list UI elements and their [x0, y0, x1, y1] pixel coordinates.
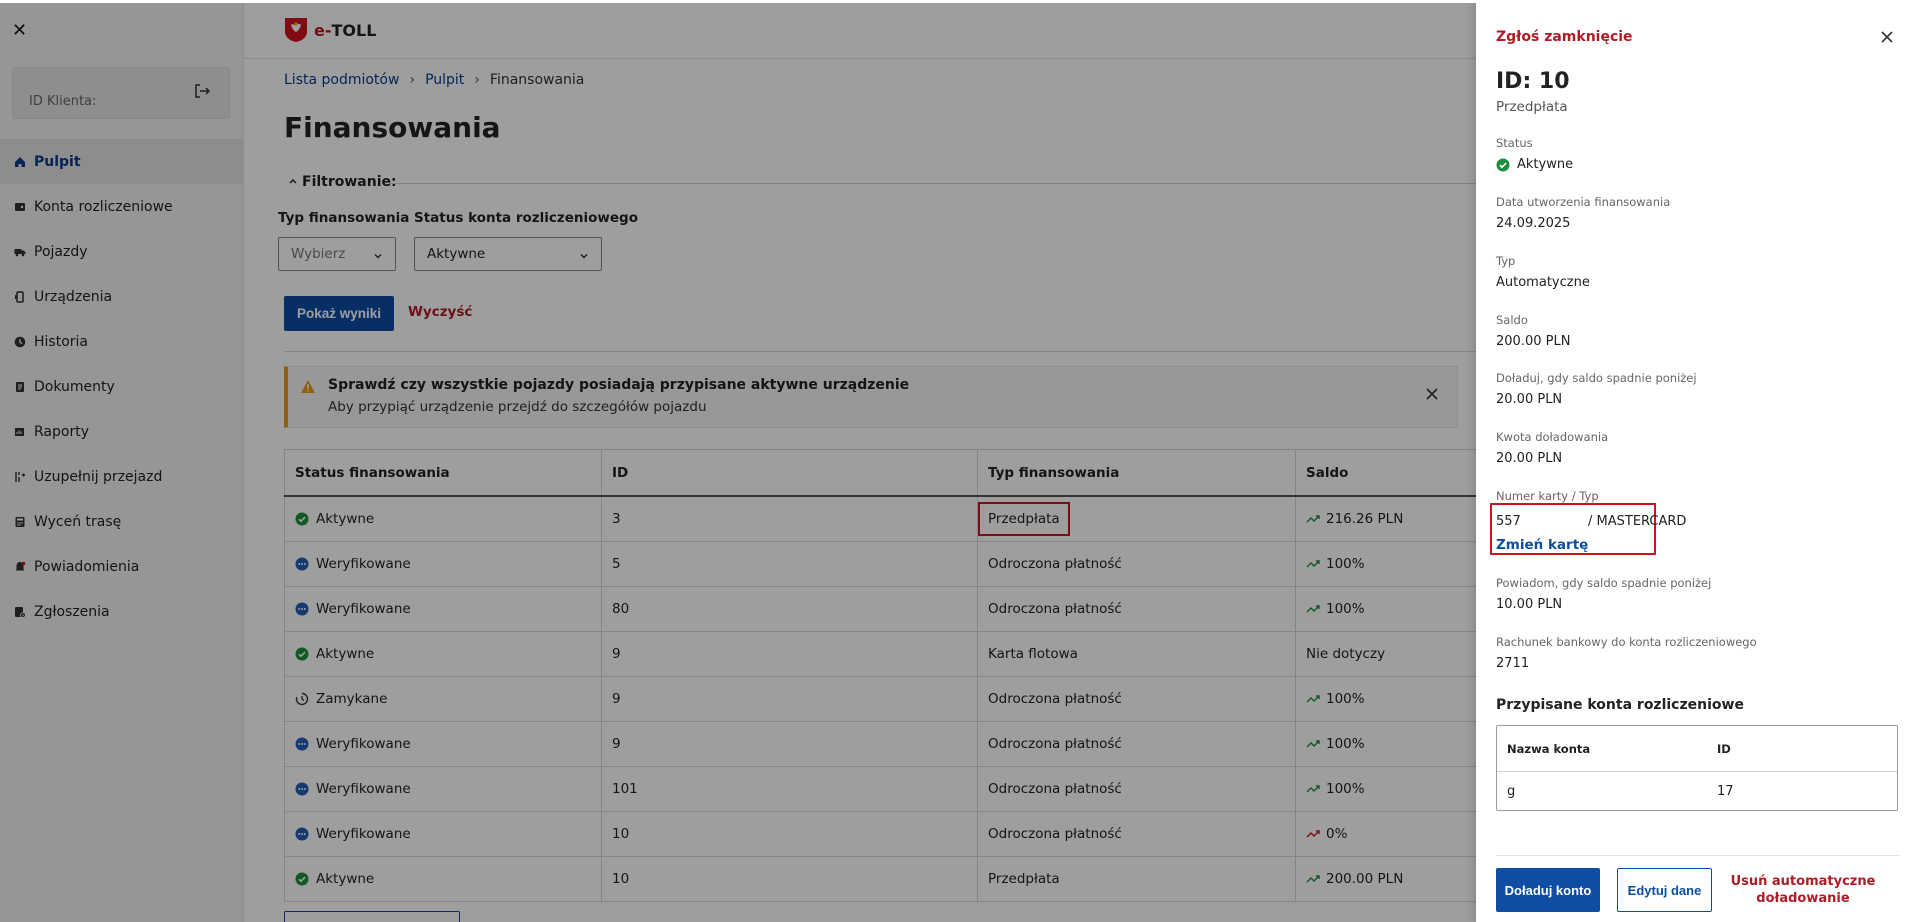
- request-closure-link[interactable]: Zgłoś zamknięcie: [1496, 29, 1633, 45]
- column-header-account-name: Nazwa konta: [1507, 741, 1591, 756]
- typ-value: Automatyczne: [1496, 275, 1590, 290]
- assigned-table-header: Nazwa konta ID: [1497, 726, 1897, 772]
- topup-amount-value: 20.00 PLN: [1496, 451, 1563, 466]
- change-card-link[interactable]: Zmień kartę: [1496, 537, 1588, 553]
- panel-divider: [1496, 855, 1900, 856]
- column-header-account-id: ID: [1717, 741, 1731, 756]
- status-label: Status: [1496, 136, 1533, 150]
- saldo-label: Saldo: [1496, 313, 1528, 327]
- status-text: Aktywne: [1517, 157, 1574, 172]
- assigned-accounts-title: Przypisane konta rozliczeniowe: [1496, 697, 1744, 713]
- topup-amount-label: Kwota doładowania: [1496, 430, 1609, 444]
- created-date-value: 24.09.2025: [1496, 216, 1571, 231]
- check-circle-icon: [1496, 158, 1510, 172]
- remove-auto-topup-button[interactable]: Usuń automatyczne doładowanie: [1728, 868, 1878, 912]
- saldo-value: 200.00 PLN: [1496, 334, 1571, 349]
- status-value: Aktywne: [1496, 157, 1573, 172]
- card-label: Numer karty / Typ: [1496, 489, 1599, 503]
- top-up-account-button[interactable]: Doładuj konto: [1496, 868, 1600, 912]
- financing-type: Przedpłata: [1496, 99, 1568, 115]
- close-panel-icon[interactable]: [1880, 30, 1894, 44]
- bank-account-value: 2711: [1496, 656, 1530, 671]
- financing-detail-panel: Zgłoś zamknięcie ID: 10 Przedpłata Statu…: [1476, 3, 1920, 922]
- topup-threshold-label: Doładuj, gdy saldo spadnie poniżej: [1496, 371, 1697, 385]
- account-name: g: [1507, 783, 1516, 799]
- card-number: 557: [1496, 514, 1521, 529]
- edit-data-button[interactable]: Edytuj dane: [1617, 868, 1712, 912]
- financing-id: ID: 10: [1496, 69, 1570, 94]
- modal-backdrop[interactable]: [0, 3, 1476, 922]
- topup-threshold-value: 20.00 PLN: [1496, 392, 1563, 407]
- table-row[interactable]: g 17: [1497, 772, 1897, 810]
- typ-label: Typ: [1496, 254, 1516, 268]
- assigned-accounts-table: Nazwa konta ID g 17: [1496, 725, 1898, 811]
- app-frame: ✕ ID Klienta: Pulpit Konta rozliczeniowe P…: [0, 3, 1920, 922]
- card-type: / MASTERCARD: [1588, 514, 1687, 529]
- created-date-label: Data utworzenia finansowania: [1496, 195, 1671, 209]
- account-id: 17: [1717, 783, 1734, 799]
- notify-label: Powiadom, gdy saldo spadnie poniżej: [1496, 576, 1712, 590]
- bank-account-label: Rachunek bankowy do konta rozliczenioweg…: [1496, 635, 1757, 649]
- notify-value: 10.00 PLN: [1496, 597, 1563, 612]
